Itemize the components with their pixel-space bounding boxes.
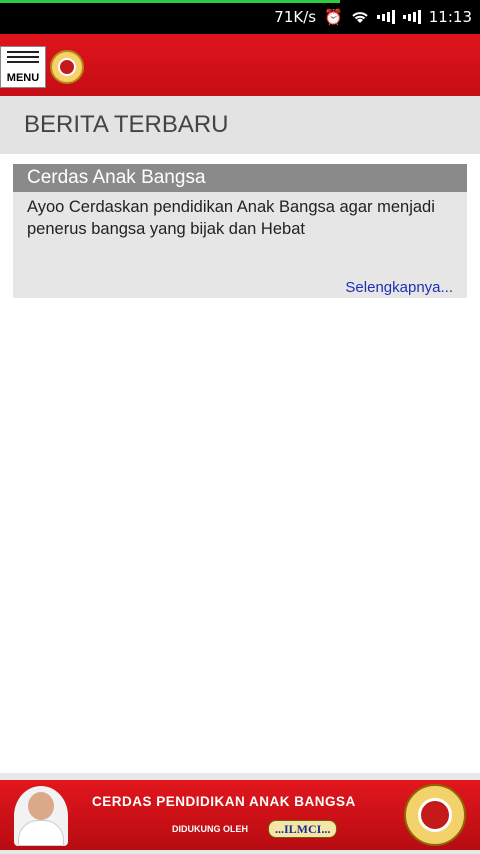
news-title[interactable]: Cerdas Anak Bangsa: [13, 164, 467, 192]
menu-label: MENU: [6, 72, 40, 84]
promo-banner[interactable]: CERDAS PENDIDIKAN ANAK BANGSA DIDUKUNG O…: [0, 773, 480, 854]
status-bar: 71K/s ⏰ 11:13: [0, 0, 480, 34]
person-photo: [14, 786, 68, 846]
section-title: BERITA TERBARU: [0, 96, 480, 154]
sponsor-logo: ...ILMCI...: [268, 820, 338, 838]
regional-seal-logo: [404, 784, 466, 846]
hamburger-icon: [7, 51, 39, 66]
download-progress-line: [0, 0, 340, 3]
alarm-icon: ⏰: [324, 8, 343, 26]
read-more-link[interactable]: Selengkapnya...: [345, 279, 453, 296]
news-description: Ayoo Cerdaskan pendidikan Anak Bangsa ag…: [27, 198, 435, 238]
app-bar: MENU: [0, 34, 480, 96]
app-logo: [50, 50, 84, 84]
banner-support-text: DIDUKUNG OLEH: [172, 824, 248, 834]
menu-button[interactable]: MENU: [0, 46, 46, 88]
signal-icon: [402, 10, 421, 24]
wifi-icon: [351, 10, 369, 24]
banner-headline: CERDAS PENDIDIKAN ANAK BANGSA: [92, 794, 356, 809]
signal-icon: [376, 10, 395, 24]
clock-time: 11:13: [428, 8, 472, 26]
news-card[interactable]: Cerdas Anak Bangsa Ayoo Cerdaskan pendid…: [13, 164, 467, 298]
network-speed: 71K/s: [274, 8, 317, 26]
